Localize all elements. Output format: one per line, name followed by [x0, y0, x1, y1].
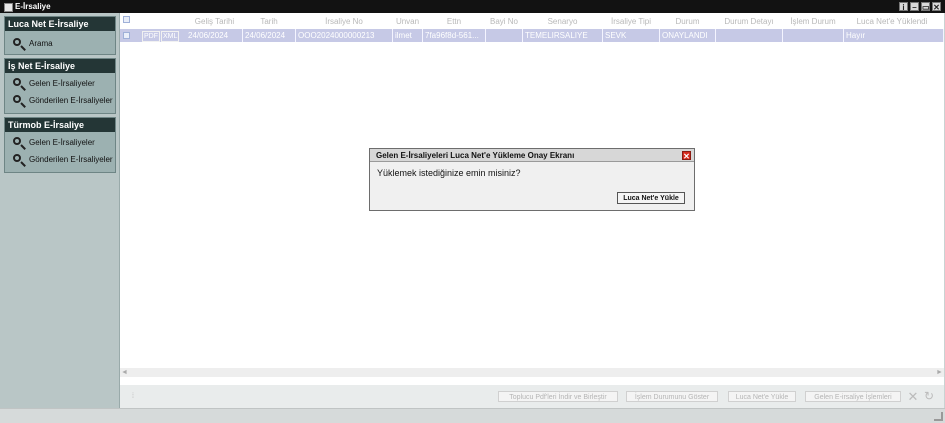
pager-icon: ⁞ [132, 393, 134, 400]
cell-unvan: ilmet [393, 29, 423, 42]
luca-net-panel-title: Luca Net E-İrsaliye [5, 17, 115, 31]
dialog-title: Gelen E-İrsaliyeleri Luca Net'e Yükleme … [370, 149, 694, 162]
is-net-panel-title: İş Net E-İrsaliye [5, 59, 115, 73]
col-unvan[interactable]: Unvan [393, 15, 422, 29]
sidebar-item-turmob-gonderilen[interactable]: Gönderilen E-İrsaliyeler [5, 151, 115, 168]
search-icon [13, 78, 21, 86]
sidebar-item-isnet-gelen[interactable]: Gelen E-İrsaliyeler [5, 75, 115, 92]
confirm-dialog: Gelen E-İrsaliyeleri Luca Net'e Yükleme … [369, 148, 695, 211]
col-durum-detayi[interactable]: Durum Detayı [716, 15, 782, 29]
info-button[interactable]: i [899, 2, 908, 12]
app-icon [4, 3, 13, 12]
incoming-operations-button[interactable]: Gelen E-irsaliye İşlemleri [805, 391, 901, 402]
refresh-icon[interactable]: ↻ [922, 390, 936, 402]
grid-header: Geliş Tarihi Tarih İrsaliye No Unvan Ett… [120, 15, 944, 29]
search-icon [13, 38, 21, 46]
sidebar-item-label: Gönderilen E-İrsaliyeler [29, 155, 113, 164]
cell-senaryo: TEMELIRSALIYE [523, 29, 603, 42]
search-icon [13, 137, 21, 145]
dialog-message: Yüklemek istediğinize emin misiniz? [377, 168, 521, 178]
col-gelis-tarihi[interactable]: Geliş Tarihi [187, 15, 242, 29]
horizontal-scrollbar[interactable]: ◄ ► [120, 368, 944, 377]
col-tarih[interactable]: Tarih [243, 15, 295, 29]
resize-grip-icon[interactable] [934, 412, 943, 421]
col-irsaliye-no[interactable]: İrsaliye No [296, 15, 392, 29]
close-window-button[interactable]: ✕ [932, 2, 941, 12]
is-net-panel: İş Net E-İrsaliye Gelen E-İrsaliyeler Gö… [4, 58, 116, 114]
col-durum[interactable]: Durum [660, 15, 715, 29]
select-all-checkbox[interactable] [123, 16, 130, 23]
luca-net-panel: Luca Net E-İrsaliye Arama [4, 16, 116, 55]
cancel-icon[interactable]: ✕ [906, 390, 920, 403]
cell-luca-yuklendi: Hayır [844, 29, 944, 42]
bottom-toolbar: ⁞ Toplucu Pdf'leri İndir ve Birleştir İş… [120, 385, 944, 408]
sidebar-item-label: Gelen E-İrsaliyeler [29, 79, 95, 88]
cell-tip: SEVK [603, 29, 660, 42]
cell-durum: ONAYLANDI [660, 29, 716, 42]
window-title-bar: E-İrsaliye i – ▭ ✕ [0, 0, 945, 13]
col-bayi-no[interactable]: Bayi No [486, 15, 522, 29]
pdf-icon[interactable]: PDF [142, 31, 160, 42]
sidebar-item-label: Arama [29, 39, 53, 48]
cell-bayi-no [486, 29, 523, 42]
cell-gelis-tarihi: 24/06/2024 [186, 29, 243, 42]
dialog-close-icon[interactable]: ✕ [682, 151, 691, 161]
minimize-button[interactable]: – [910, 2, 919, 12]
status-bar [0, 408, 945, 423]
row-checkbox[interactable] [123, 32, 130, 39]
cell-durum-detayi [716, 29, 783, 42]
scroll-left-icon[interactable]: ◄ [120, 368, 129, 377]
search-icon [13, 95, 21, 103]
confirm-upload-button[interactable]: Luca Net'e Yükle [617, 192, 685, 204]
bulk-pdf-download-button[interactable]: Toplucu Pdf'leri İndir ve Birleştir [498, 391, 618, 402]
turmob-panel: Türmob E-İrsaliye Gelen E-İrsaliyeler Gö… [4, 117, 116, 173]
xml-icon[interactable]: XML [161, 31, 180, 42]
col-ettn[interactable]: Ettn [423, 15, 485, 29]
maximize-button[interactable]: ▭ [921, 2, 930, 12]
show-status-button[interactable]: İşlem Durumunu Göster [626, 391, 718, 402]
upload-luca-button[interactable]: Luca Net'e Yükle [728, 391, 796, 402]
cell-ettn: 7fa96f8d-561... [423, 29, 486, 42]
cell-islem-durum [783, 29, 844, 42]
col-islem-durum[interactable]: İşlem Durum [783, 15, 843, 29]
cell-tarih: 24/06/2024 [243, 29, 296, 42]
col-senaryo[interactable]: Senaryo [523, 15, 602, 29]
sidebar: Luca Net E-İrsaliye Arama İş Net E-İrsal… [0, 13, 119, 408]
sidebar-item-isnet-gonderilen[interactable]: Gönderilen E-İrsaliyeler [5, 92, 115, 109]
col-irsaliye-tipi[interactable]: İrsaliye Tipi [603, 15, 659, 29]
cell-irsaliye-no: OOO2024000000213 [296, 29, 393, 42]
sidebar-item-turmob-gelen[interactable]: Gelen E-İrsaliyeler [5, 134, 115, 151]
col-luca-yuklendi[interactable]: Luca Net'e Yüklendi [844, 15, 940, 29]
turmob-panel-title: Türmob E-İrsaliye [5, 118, 115, 132]
window-title: E-İrsaliye [15, 2, 51, 11]
scroll-right-icon[interactable]: ► [935, 368, 944, 377]
search-icon [13, 154, 21, 162]
sidebar-item-label: Gönderilen E-İrsaliyeler [29, 96, 113, 105]
sidebar-item-arama[interactable]: Arama [5, 35, 115, 52]
sidebar-item-label: Gelen E-İrsaliyeler [29, 138, 95, 147]
table-row[interactable]: PDF XML 24/06/2024 24/06/2024 OOO2024000… [120, 29, 944, 42]
